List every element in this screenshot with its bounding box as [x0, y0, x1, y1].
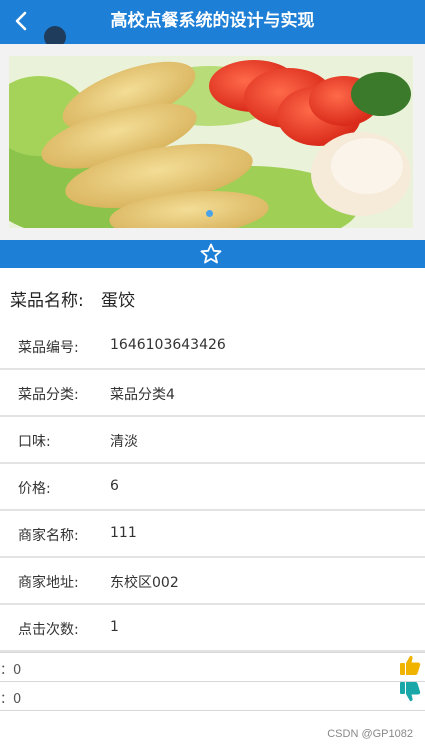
star-outline-icon[interactable] — [199, 242, 223, 266]
detail-value: 1646103643426 — [110, 337, 226, 353]
detail-label: 菜品编号: — [18, 340, 79, 356]
dish-details-list: 菜品编号: 1646103643426 菜品分类: 菜品分类4 口味: 清淡 价… — [0, 323, 425, 652]
thumbs-up-icon[interactable] — [398, 653, 422, 677]
detail-value: 菜品分类4 — [110, 387, 175, 403]
thumbs-down-icon[interactable] — [398, 680, 422, 704]
dish-name-label: 菜品名称: — [10, 291, 84, 311]
detail-row-category: 菜品分类: 菜品分类4 — [0, 370, 425, 417]
dish-photo — [9, 56, 413, 228]
detail-value: 111 — [110, 525, 137, 541]
detail-label: 商家名称: — [18, 528, 79, 544]
detail-label: 点击次数: — [18, 622, 79, 638]
detail-row-price: 价格: 6 — [0, 464, 425, 511]
detail-row-merchant-address: 商家地址: 东校区002 — [0, 558, 425, 605]
dish-name-row: 菜品名称: 蛋饺 — [0, 268, 425, 323]
detail-value: 东校区002 — [110, 575, 179, 591]
like-count: 赞：0 — [0, 663, 22, 678]
dish-name-value: 蛋饺 — [101, 291, 135, 311]
detail-row-merchant-name: 商家名称: 111 — [0, 511, 425, 558]
detail-value: 6 — [110, 478, 119, 494]
like-row: 赞：0 — [0, 652, 425, 681]
watermark-text: CSDN @GP1082 — [327, 728, 413, 740]
detail-row-click-count: 点击次数: 1 — [0, 605, 425, 652]
dislike-count: 踩：0 — [0, 692, 22, 707]
carousel-indicator[interactable] — [206, 210, 213, 217]
detail-value: 清淡 — [110, 434, 138, 450]
detail-value: 1 — [110, 619, 119, 635]
favorite-bar — [0, 240, 425, 268]
detail-label: 菜品分类: — [18, 387, 79, 403]
detail-row-taste: 口味: 清淡 — [0, 417, 425, 464]
detail-label: 商家地址: — [18, 575, 79, 591]
dislike-row: 踩：0 — [0, 681, 425, 710]
image-carousel[interactable] — [0, 44, 425, 240]
detail-row-code: 菜品编号: 1646103643426 — [0, 323, 425, 370]
detail-label: 价格: — [18, 481, 51, 497]
detail-label: 口味: — [18, 434, 51, 450]
